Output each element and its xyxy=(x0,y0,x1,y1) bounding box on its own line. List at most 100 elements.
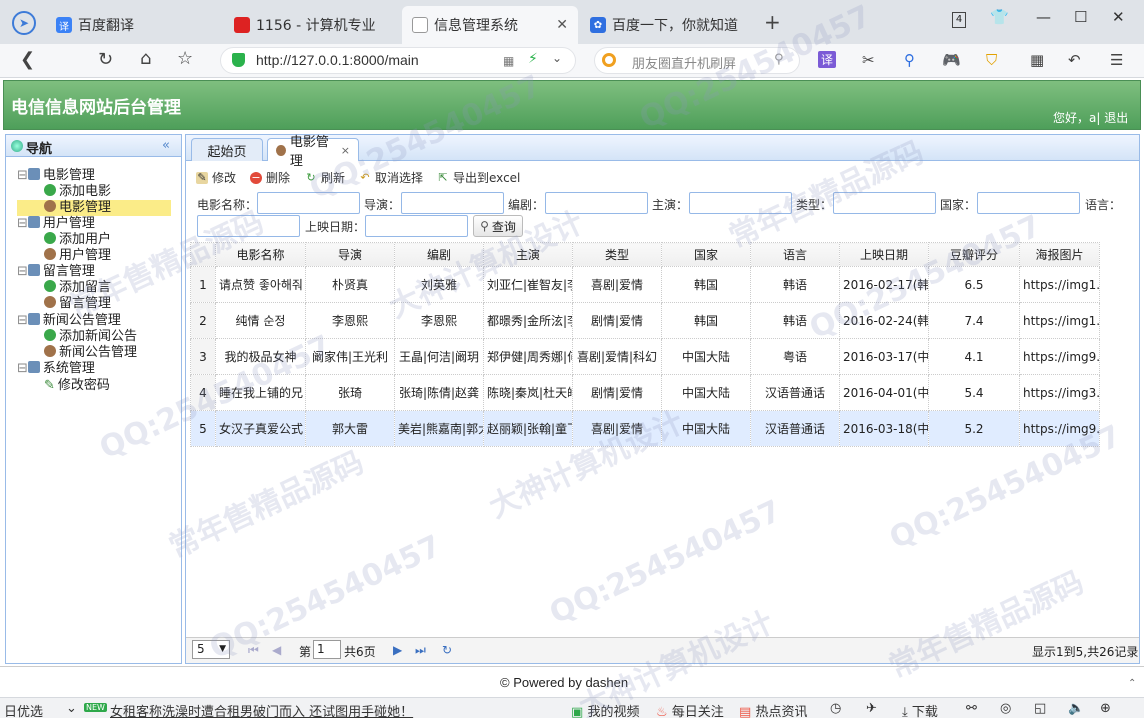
browser-tab-1156[interactable]: 1156 - 计算机专业 xyxy=(224,6,400,44)
pip-icon[interactable]: ◱ xyxy=(1034,701,1046,716)
nav-message-manage[interactable]: 留言管理 xyxy=(44,296,111,312)
nav-movie-manage[interactable]: 电影管理 xyxy=(17,200,171,216)
qr-code-icon[interactable]: ▦ xyxy=(503,54,514,68)
nav-user-manage[interactable]: 用户管理 xyxy=(44,248,111,264)
user-greeting-logout[interactable]: 您好，a| 退出 xyxy=(1053,109,1128,126)
nav-add-message[interactable]: 添加留言 xyxy=(44,280,111,296)
table-row[interactable]: 1 请点赞 좋아해줘 朴贤真 刘英雅 刘亚仁|崔智友|李 喜剧|爱情 韩国 韩语… xyxy=(190,266,1100,303)
favorite-star-icon[interactable]: ☆ xyxy=(177,48,193,69)
page-number-input[interactable]: 1 xyxy=(313,640,341,659)
table-row[interactable]: 5 女汉子真爱公式 郭大雷 美岩|熊嘉南|郭大 赵丽颖|张翰|童飞 喜剧|爱情 … xyxy=(190,410,1100,447)
query-button[interactable]: ⚲ 查询 xyxy=(473,215,523,237)
table-row[interactable]: 3 我的极品女神 阚家伟|王光利 王晶|何洁|阚玥 郑伊健|周秀娜|何 喜剧|爱… xyxy=(190,338,1100,375)
back-icon[interactable]: ❮ xyxy=(20,49,35,70)
game-icon[interactable]: 🎮 xyxy=(942,51,961,69)
nav-add-news[interactable]: 添加新闻公告 xyxy=(44,329,137,345)
table-row[interactable]: 4 睡在我上铺的兄 张琦 张琦|陈倩|赵龚 陈晓|秦岚|杜天皓 剧情|爱情 中国… xyxy=(190,374,1100,411)
menu-icon[interactable]: ☰ xyxy=(1110,51,1123,69)
edit-button[interactable]: ✎ 修改 xyxy=(196,169,236,186)
tree-group-system[interactable]: ⊟ 系统管理 xyxy=(17,361,95,377)
cancel-selection-button[interactable]: ↶ 取消选择 xyxy=(359,169,423,186)
browser-tab-baidu-translate[interactable]: 译 百度翻译 xyxy=(46,6,222,44)
page-size-select[interactable]: 5 ▼ xyxy=(192,640,230,659)
column-header[interactable]: 编剧 xyxy=(394,242,484,267)
volume-icon[interactable]: 🔈 xyxy=(1068,701,1084,716)
refresh-button[interactable]: ↻ 刷新 xyxy=(305,169,345,186)
undo-icon[interactable]: ↶ xyxy=(1068,51,1081,69)
close-tab-icon[interactable]: × xyxy=(341,144,350,157)
nav-change-password[interactable]: ✎ 修改密码 xyxy=(44,378,110,394)
minimize-button[interactable]: — xyxy=(1036,8,1051,26)
column-header[interactable]: 豆瓣评分 xyxy=(928,242,1020,267)
reload-icon[interactable]: ↻ xyxy=(98,49,113,70)
tab-count-badge[interactable]: 4 xyxy=(952,12,966,28)
news-link[interactable]: 女租客称洗澡时遭合租男破门而入 还试图用手碰她！ xyxy=(110,701,413,718)
tree-group-user[interactable]: ⊟ 用户管理 xyxy=(17,216,95,232)
prev-page-icon[interactable]: ◀ xyxy=(272,643,281,657)
scissors-icon[interactable]: ✂ xyxy=(862,51,875,69)
scroll-caret-icon[interactable]: ⌃ xyxy=(1128,678,1136,689)
nav-add-user[interactable]: 添加用户 xyxy=(44,232,111,248)
hot-news-button[interactable]: ▤ 热点资讯 xyxy=(739,701,807,718)
column-header[interactable]: 上映日期 xyxy=(839,242,929,267)
filter-actor-input[interactable] xyxy=(689,192,792,214)
close-window-button[interactable]: ✕ xyxy=(1112,8,1125,26)
column-header[interactable]: 国家 xyxy=(661,242,751,267)
search-icon[interactable]: ⚲ xyxy=(774,52,784,67)
video-button[interactable]: ▣ 我的视频 xyxy=(571,701,639,718)
column-header[interactable]: 电影名称 xyxy=(215,242,306,267)
tree-group-movie[interactable]: ⊟ 电影管理 xyxy=(17,168,95,184)
filter-writer-input[interactable] xyxy=(545,192,648,214)
browser-tab-info-system[interactable]: 信息管理系统 ✕ xyxy=(402,6,578,44)
export-excel-button[interactable]: ⇱ 导出到excel xyxy=(437,169,520,186)
download-button[interactable]: ⤓ 下载 xyxy=(902,701,938,718)
find-icon[interactable]: ⚲ xyxy=(904,51,915,69)
reload-page-icon[interactable]: ↻ xyxy=(442,643,452,657)
filter-language-input[interactable] xyxy=(197,215,300,237)
browser-icon[interactable]: ◎ xyxy=(1000,701,1011,716)
filter-country-input[interactable] xyxy=(977,192,1080,214)
filter-type-input[interactable] xyxy=(833,192,936,214)
nav-add-movie[interactable]: 添加电影 xyxy=(44,184,111,200)
browser-tab-baidu[interactable]: ✿ 百度一下，你就知道 xyxy=(580,6,756,44)
search-engine-icon[interactable] xyxy=(602,53,616,67)
filter-director-input[interactable] xyxy=(401,192,504,214)
follow-button[interactable]: ♨ 每日关注 xyxy=(656,701,724,718)
table-row[interactable]: 2 纯情 순정 李恩熙 李恩熙 都暻秀|金所泫|李 剧情|爱情 韩国 韩语 20… xyxy=(190,302,1100,339)
browser-logo-icon[interactable]: ➤ xyxy=(12,11,36,35)
column-header[interactable]: 类型 xyxy=(572,242,662,267)
maximize-button[interactable]: ☐ xyxy=(1074,8,1087,26)
tab-movie-manage[interactable]: 电影管理 × xyxy=(267,135,359,169)
translate-button[interactable]: 译 xyxy=(818,51,837,68)
filter-date-input[interactable] xyxy=(365,215,468,237)
column-header[interactable]: 导演 xyxy=(305,242,395,267)
shield-icon[interactable]: ⛉ xyxy=(986,51,997,69)
sync-icon[interactable]: ⚯ xyxy=(966,701,977,716)
tree-group-news[interactable]: ⊟ 新闻公告管理 xyxy=(17,313,121,329)
column-header[interactable]: 海报图片 xyxy=(1019,242,1100,267)
new-tab-button[interactable]: + xyxy=(764,10,781,34)
close-tab-icon[interactable]: ✕ xyxy=(556,17,568,33)
dropdown-chevron-icon[interactable]: ⌄ xyxy=(552,51,562,65)
zoom-icon[interactable]: ⊕ xyxy=(1100,701,1111,716)
home-icon[interactable]: ⌂ xyxy=(140,48,151,69)
tab-start-page[interactable]: 起始页 xyxy=(191,138,263,161)
status-left-label[interactable]: 日优选 xyxy=(4,701,43,718)
skin-icon[interactable]: 👕 xyxy=(990,8,1009,26)
column-header[interactable]: 语言 xyxy=(750,242,840,267)
chevron-down-icon[interactable]: ⌄ xyxy=(66,701,77,716)
next-page-icon[interactable]: ▶ xyxy=(393,643,402,657)
first-page-icon[interactable]: ⏮ xyxy=(248,643,259,658)
column-header[interactable]: 主演 xyxy=(483,242,573,267)
clock-icon[interactable]: ◷ xyxy=(830,701,841,716)
delete-button[interactable]: − 删除 xyxy=(250,169,290,186)
lightning-icon[interactable]: ⚡ xyxy=(528,51,538,67)
last-page-icon[interactable]: ⏭ xyxy=(415,643,426,658)
url-text[interactable]: http://127.0.0.1:8000/main xyxy=(256,52,419,68)
rocket-icon[interactable]: ✈ xyxy=(866,701,877,716)
collapse-nav-icon[interactable]: « xyxy=(162,138,170,153)
filter-name-input[interactable] xyxy=(257,192,360,214)
nav-news-manage[interactable]: 新闻公告管理 xyxy=(44,345,137,361)
apps-grid-icon[interactable]: ▦ xyxy=(1030,51,1044,69)
tree-group-message[interactable]: ⊟ 留言管理 xyxy=(17,264,95,280)
